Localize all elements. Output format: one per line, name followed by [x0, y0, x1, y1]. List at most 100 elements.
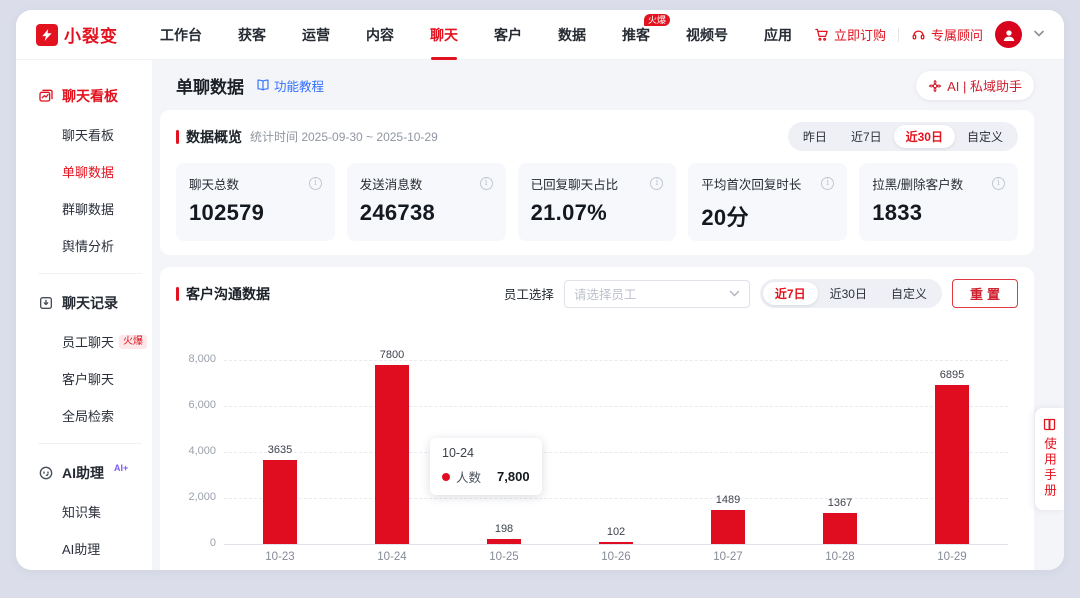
sidebar-section-chat-board[interactable]: 聊天看板 — [16, 76, 152, 116]
stat-value: 102579 — [189, 200, 322, 226]
sidebar-item-global-search[interactable]: 全局检索 — [16, 397, 152, 434]
info-icon[interactable]: i — [480, 177, 493, 190]
bar-10-28[interactable] — [823, 513, 857, 544]
tab-last-30-days[interactable]: 近30日 — [818, 282, 879, 305]
app-window: 小裂变 工作台 获客 运营 内容 聊天 客户 数据 推客火爆 视频号 应用 立即… — [16, 10, 1064, 570]
staff-select[interactable]: 请选择员工 — [564, 280, 750, 308]
brand-name: 小裂变 — [64, 22, 118, 47]
hot-badge: 火爆 — [644, 14, 670, 26]
bar-10-25[interactable] — [487, 539, 521, 544]
stats-row: 聊天总数i 102579 发送消息数i 246738 已回复聊天占比i 21.0… — [176, 163, 1018, 241]
reset-button[interactable]: 重置 — [952, 279, 1018, 308]
section-title: AI助理 — [62, 463, 104, 483]
comm-range-tabs: 近7日 近30日 自定义 — [760, 279, 942, 308]
stat-label: 已回复聊天占比 — [531, 174, 619, 193]
tab-custom[interactable]: 自定义 — [955, 125, 1015, 148]
tutorial-link[interactable]: 功能教程 — [256, 76, 324, 95]
order-now-link[interactable]: 立即订购 — [814, 25, 886, 44]
ai-assistant-icon — [38, 465, 54, 481]
sidebar-item-knowledge-set[interactable]: 知识集 — [16, 493, 152, 530]
sidebar-item-chat-board[interactable]: 聊天看板 — [16, 116, 152, 153]
sidebar-item-group-chat-data[interactable]: 群聊数据 — [16, 190, 152, 227]
chevron-down-icon[interactable] — [1034, 29, 1044, 40]
bar-10-29[interactable] — [935, 385, 969, 544]
chevron-down-icon — [729, 290, 740, 297]
manual-tab-label: 使用手册 — [1040, 437, 1059, 499]
tab-custom[interactable]: 自定义 — [879, 282, 939, 305]
ai-plus-badge: AI+ — [114, 463, 128, 473]
bar-10-24[interactable] — [375, 365, 409, 544]
bar-10-26[interactable] — [599, 542, 633, 544]
sidebar-item-staff-chat[interactable]: 员工聊天火爆 — [16, 323, 152, 360]
nav-item-tuike-label: 推客 — [622, 27, 650, 43]
navbar-right: 立即订购 专属顾问 — [814, 21, 1044, 48]
stat-value: 246738 — [360, 200, 493, 226]
primary-nav: 工作台 获客 运营 内容 聊天 客户 数据 推客火爆 视频号 应用 — [160, 10, 792, 60]
heading-accent-bar — [176, 130, 179, 144]
sidebar-item-sentiment-analysis[interactable]: 舆情分析 — [16, 227, 152, 264]
y-tick-label: 8,000 — [178, 353, 216, 365]
nav-item-workbench[interactable]: 工作台 — [160, 10, 202, 60]
ai-flower-icon — [928, 79, 942, 93]
x-tick-label: 10-27 — [713, 551, 742, 563]
sidebar-item-single-chat-data[interactable]: 单聊数据 — [16, 153, 152, 190]
divider — [38, 273, 142, 274]
book-icon — [256, 78, 270, 92]
stat-total-chats: 聊天总数i 102579 — [176, 163, 335, 241]
y-tick-label: 4,000 — [178, 445, 216, 457]
nav-item-video-account[interactable]: 视频号 — [686, 10, 728, 60]
user-icon — [1001, 27, 1017, 43]
nav-item-chat[interactable]: 聊天 — [430, 10, 458, 60]
comm-heading: 客户沟通数据 — [186, 284, 270, 304]
nav-item-apps[interactable]: 应用 — [764, 10, 792, 60]
headset-icon — [911, 27, 926, 42]
stat-label: 平均首次回复时长 — [701, 174, 801, 193]
tab-last-7-days[interactable]: 近7日 — [763, 282, 818, 305]
sidebar-item-customer-chat[interactable]: 客户聊天 — [16, 360, 152, 397]
chat-board-icon — [38, 88, 54, 104]
gridline — [224, 498, 1008, 499]
stat-value: 20分 — [701, 200, 834, 232]
sidebar-section-ai-assistant[interactable]: AI助理 AI+ — [16, 453, 152, 493]
nav-item-tuike[interactable]: 推客火爆 — [622, 10, 650, 60]
info-icon[interactable]: i — [309, 177, 322, 190]
bar-value-label: 1367 — [828, 497, 852, 509]
ai-button-label: AI | 私域助手 — [947, 76, 1022, 95]
item-label: 员工聊天 — [62, 332, 114, 351]
tab-last-30-days[interactable]: 近30日 — [894, 125, 955, 148]
sidebar-item-ai-assistant[interactable]: AI助理 — [16, 530, 152, 567]
bar-10-23[interactable] — [263, 460, 297, 544]
nav-item-acquisition[interactable]: 获客 — [238, 10, 266, 60]
info-icon[interactable]: i — [821, 177, 834, 190]
bar-value-label: 102 — [607, 526, 625, 538]
info-icon[interactable]: i — [992, 177, 1005, 190]
nav-item-data[interactable]: 数据 — [558, 10, 586, 60]
bar-10-27[interactable] — [711, 510, 745, 544]
y-tick-label: 6,000 — [178, 399, 216, 411]
tab-yesterday[interactable]: 昨日 — [791, 125, 839, 148]
stat-messages-sent: 发送消息数i 246738 — [347, 163, 506, 241]
bar-value-label: 3635 — [268, 444, 292, 456]
x-tick-label: 10-26 — [601, 551, 630, 563]
info-icon[interactable]: i — [650, 177, 663, 190]
bar-value-label: 1489 — [716, 494, 740, 506]
tooltip-title: 10-24 — [442, 446, 530, 460]
user-avatar[interactable] — [995, 21, 1022, 48]
gridline — [224, 406, 1008, 407]
sidebar-section-chat-records[interactable]: 聊天记录 — [16, 283, 152, 323]
ai-private-assistant-button[interactable]: AI | 私域助手 — [916, 71, 1034, 100]
tooltip-series: 人数 — [456, 467, 481, 486]
tab-last-7-days[interactable]: 近7日 — [839, 125, 894, 148]
chart-tooltip: 10-24 人数 7,800 — [430, 438, 542, 495]
nav-item-content[interactable]: 内容 — [366, 10, 394, 60]
stat-label: 拉黑/删除客户数 — [872, 174, 963, 193]
nav-item-operation[interactable]: 运营 — [302, 10, 330, 60]
page-header: 单聊数据 功能教程 — [160, 60, 1034, 110]
brand-logo[interactable]: 小裂变 — [36, 22, 118, 47]
top-navbar: 小裂变 工作台 获客 运营 内容 聊天 客户 数据 推客火爆 视频号 应用 立即… — [16, 10, 1064, 60]
nav-item-customer[interactable]: 客户 — [494, 10, 522, 60]
section-title: 聊天记录 — [62, 293, 118, 313]
user-manual-tab[interactable]: 使用手册 — [1035, 408, 1064, 510]
bar-chart: 10-24 人数 7,800 02,0004,0006,0008,0003635… — [178, 322, 1016, 570]
advisor-link[interactable]: 专属顾问 — [911, 25, 983, 44]
